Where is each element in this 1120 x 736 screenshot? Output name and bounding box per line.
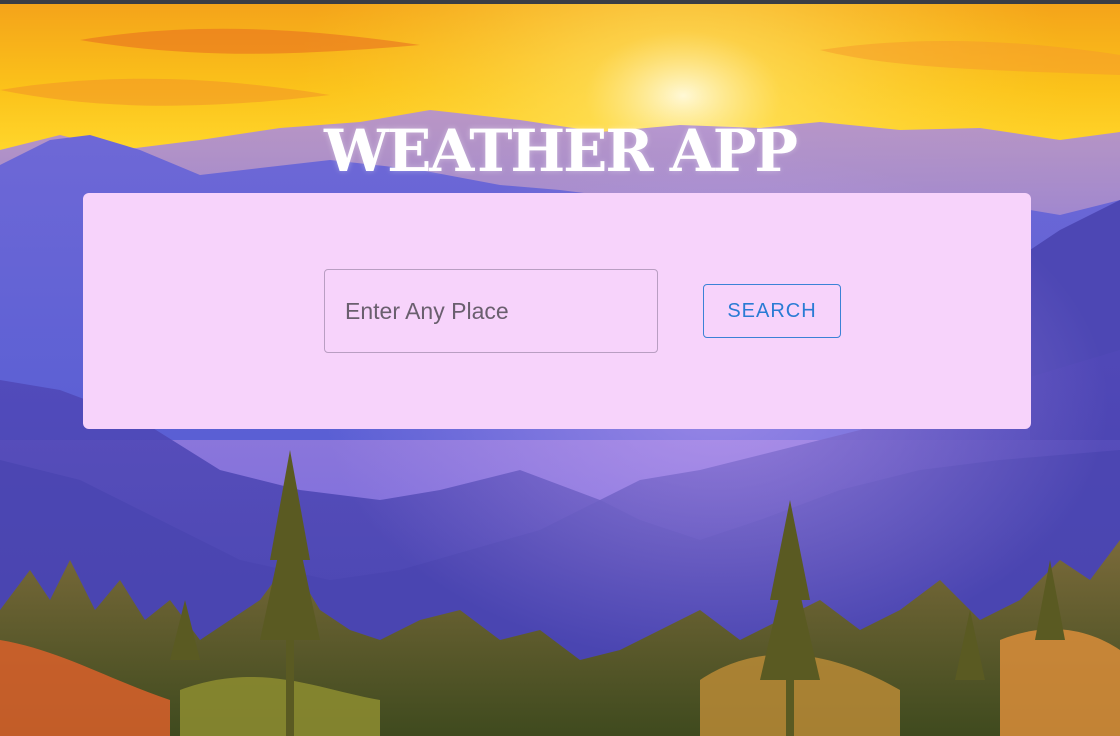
page-title: WEATHER APP bbox=[324, 116, 798, 185]
search-button[interactable]: SEARCH bbox=[703, 284, 841, 338]
search-card: SEARCH bbox=[83, 193, 1031, 429]
browser-top-strip bbox=[0, 0, 1120, 4]
place-search-input[interactable] bbox=[324, 269, 658, 353]
